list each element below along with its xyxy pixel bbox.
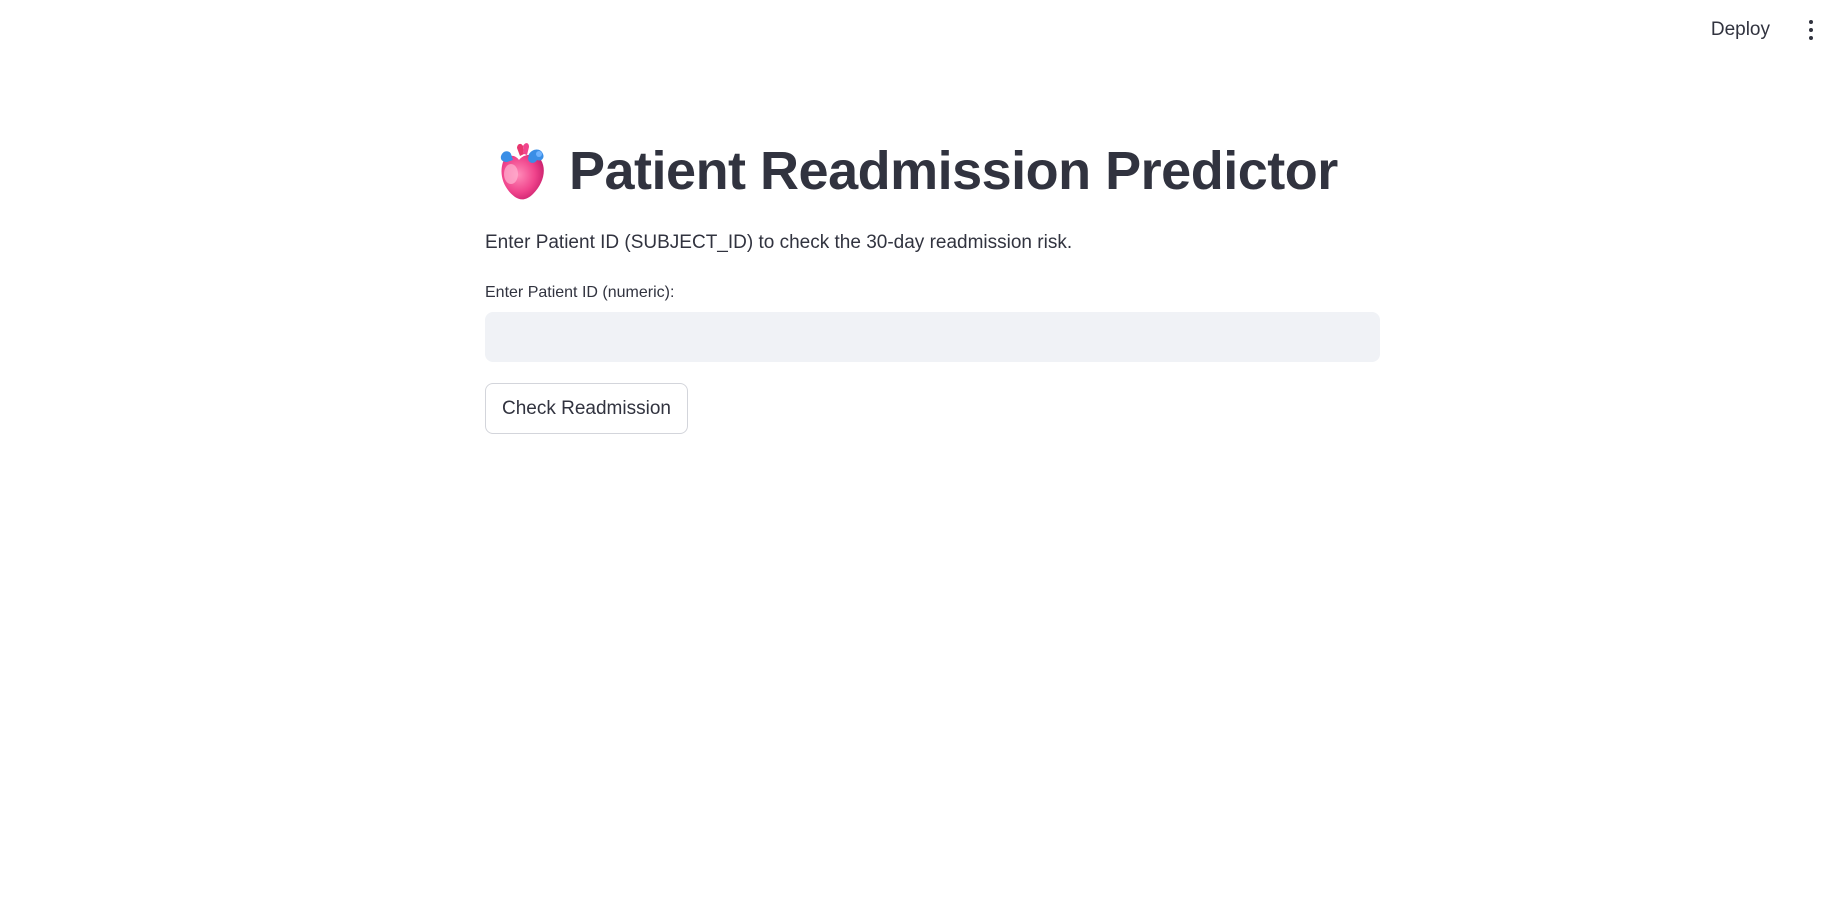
title-row: Patient Readmission Predictor xyxy=(493,140,1380,202)
more-vertical-icon-dot xyxy=(1809,36,1813,40)
more-vertical-icon-dot xyxy=(1809,28,1813,32)
deploy-button[interactable]: Deploy xyxy=(1701,13,1780,47)
patient-id-input[interactable] xyxy=(485,312,1380,362)
anatomical-heart-icon xyxy=(500,143,544,200)
page-title: Patient Readmission Predictor xyxy=(569,141,1338,201)
patient-id-label: Enter Patient ID (numeric): xyxy=(485,284,675,301)
top-toolbar: Deploy xyxy=(1701,0,1836,60)
more-vertical-icon xyxy=(1809,20,1813,24)
check-readmission-button[interactable]: Check Readmission xyxy=(485,383,688,434)
app-root: Deploy Patient Readmission Predictor Ent… xyxy=(0,0,1836,900)
main-content: Patient Readmission Predictor Enter Pati… xyxy=(485,140,1380,434)
page-description: Enter Patient ID (SUBJECT_ID) to check t… xyxy=(485,232,1073,253)
main-menu-button[interactable] xyxy=(1800,15,1822,45)
